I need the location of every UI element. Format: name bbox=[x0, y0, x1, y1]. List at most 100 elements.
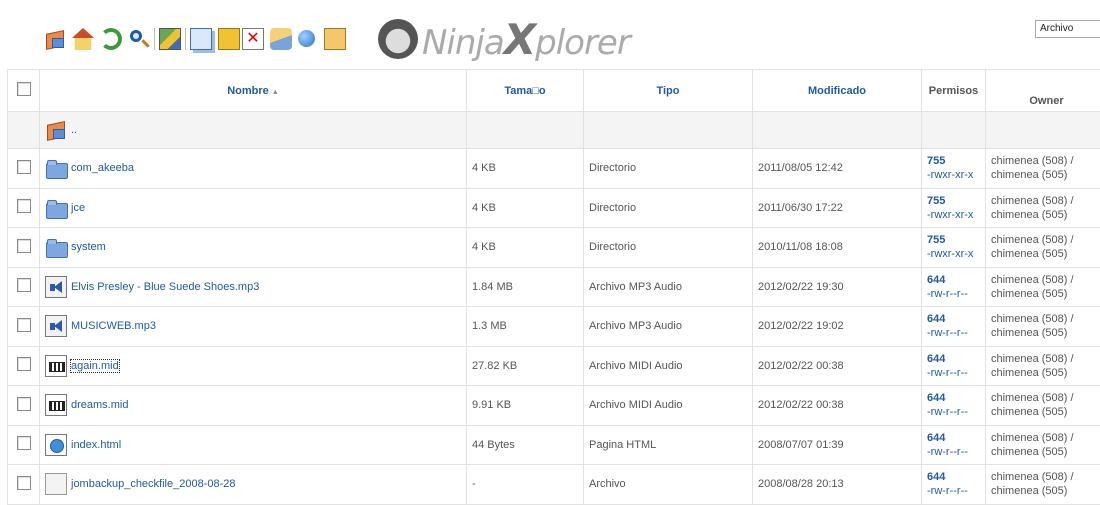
perm-string-link[interactable]: -rw-r--r-- bbox=[927, 485, 968, 497]
header-tipo[interactable]: Tipo bbox=[584, 70, 753, 112]
row-checkbox[interactable] bbox=[17, 160, 31, 174]
row-select-cell bbox=[8, 425, 40, 465]
toolbar-separator bbox=[154, 28, 155, 50]
row-select-cell bbox=[8, 465, 40, 505]
file-name-link[interactable]: Elvis Presley - Blue Suede Shoes.mp3 bbox=[71, 281, 259, 293]
go-up-icon[interactable] bbox=[44, 28, 66, 50]
home-icon[interactable] bbox=[72, 28, 94, 50]
move-icon[interactable] bbox=[218, 28, 240, 50]
name-cell: dreams.mid bbox=[40, 386, 467, 426]
html-file-icon bbox=[45, 434, 67, 456]
permissions-cell: 644 -rw-r--r-- bbox=[922, 346, 986, 386]
owner-user: chimenea (508) / bbox=[991, 353, 1074, 365]
perm-octal-link[interactable]: 644 bbox=[927, 353, 945, 365]
table-row[interactable]: dreams.mid9.91 KBArchivo MIDI Audio2012/… bbox=[8, 386, 1100, 426]
file-name-link[interactable]: again.mid bbox=[71, 360, 119, 372]
size-cell: 44 Bytes bbox=[467, 425, 584, 465]
size-cell: 9.91 KB bbox=[467, 386, 584, 426]
table-row[interactable]: MUSICWEB.mp31.3 MBArchivo MP3 Audio2012/… bbox=[8, 307, 1100, 347]
file-name-link[interactable]: system bbox=[71, 241, 106, 253]
delete-icon[interactable]: ✕ bbox=[242, 28, 264, 50]
table-row[interactable]: Elvis Presley - Blue Suede Shoes.mp31.84… bbox=[8, 267, 1100, 307]
row-checkbox[interactable] bbox=[17, 436, 31, 450]
perm-octal-link[interactable]: 755 bbox=[927, 234, 945, 246]
select-all-checkbox[interactable] bbox=[17, 82, 31, 96]
table-header-row: Nombre ▲ Tama□o Tipo Modificado Permisos… bbox=[8, 70, 1100, 112]
table-row[interactable]: jombackup_checkfile_2008-08-28-Archivo20… bbox=[8, 465, 1100, 505]
archive-icon[interactable] bbox=[159, 28, 181, 50]
perm-octal-link[interactable]: 644 bbox=[927, 471, 945, 483]
file-name-link[interactable]: index.html bbox=[71, 439, 121, 451]
size-cell: 1.3 MB bbox=[467, 307, 584, 347]
perm-octal-link[interactable]: 755 bbox=[927, 155, 945, 167]
modified-cell: 2008/08/28 20:13 bbox=[753, 465, 922, 505]
modified-cell: 2008/07/07 01:39 bbox=[753, 425, 922, 465]
perm-string-link[interactable]: -rw-r--r-- bbox=[927, 288, 968, 300]
perm-octal-link[interactable]: 644 bbox=[927, 274, 945, 286]
parent-dir-link[interactable]: .. bbox=[71, 124, 77, 136]
perm-string-link[interactable]: -rwxr-xr-x bbox=[927, 209, 973, 221]
row-checkbox[interactable] bbox=[17, 397, 31, 411]
search-icon[interactable] bbox=[128, 28, 150, 50]
table-row[interactable]: system4 KBDirectorio2010/11/08 18:08755-… bbox=[8, 228, 1100, 268]
file-table: Nombre ▲ Tama□o Tipo Modificado Permisos… bbox=[7, 69, 1100, 505]
type-cell: Archivo MIDI Audio bbox=[584, 386, 753, 426]
perm-string-link[interactable]: -rwxr-xr-x bbox=[927, 169, 973, 181]
row-checkbox[interactable] bbox=[17, 318, 31, 332]
modified-cell: 2012/02/22 19:30 bbox=[753, 267, 922, 307]
perm-string-link[interactable]: -rw-r--r-- bbox=[927, 446, 968, 458]
file-name-link[interactable]: jombackup_checkfile_2008-08-28 bbox=[71, 478, 236, 490]
permissions-cell: 644 -rw-r--r-- bbox=[922, 267, 986, 307]
size-cell: 4 KB bbox=[467, 149, 584, 189]
row-checkbox[interactable] bbox=[17, 278, 31, 292]
table-row[interactable]: again.mid27.82 KBArchivo MIDI Audio2012/… bbox=[8, 346, 1100, 386]
row-select-cell bbox=[8, 267, 40, 307]
permissions-cell: 644 -rw-r--r-- bbox=[922, 307, 986, 347]
toolbar-icons: ✕ bbox=[44, 28, 348, 50]
table-row[interactable]: com_akeeba4 KBDirectorio2011/08/05 12:42… bbox=[8, 149, 1100, 189]
row-checkbox[interactable] bbox=[17, 199, 31, 213]
perm-string-link[interactable]: -rw-r--r-- bbox=[927, 327, 968, 339]
audio-icon bbox=[45, 276, 67, 298]
name-cell: again.mid bbox=[40, 346, 467, 386]
owner-cell: chimenea (508) /chimenea (505) bbox=[986, 307, 1100, 347]
table-row[interactable]: jce4 KBDirectorio2011/06/30 17:22755-rwx… bbox=[8, 188, 1100, 228]
file-name-link[interactable]: com_akeeba bbox=[71, 162, 134, 174]
owner-user: chimenea (508) / bbox=[991, 432, 1074, 444]
row-checkbox[interactable] bbox=[17, 357, 31, 371]
upload-icon[interactable] bbox=[324, 28, 346, 50]
modified-cell: 2011/08/05 12:42 bbox=[753, 149, 922, 189]
size-cell: 4 KB bbox=[467, 228, 584, 268]
file-name-link[interactable]: MUSICWEB.mp3 bbox=[71, 320, 156, 332]
file-name-link[interactable]: jce bbox=[71, 202, 85, 214]
perm-octal-link[interactable]: 644 bbox=[927, 432, 945, 444]
owner-cell: chimenea (508) /chimenea (505) bbox=[986, 188, 1100, 228]
name-cell: jce bbox=[40, 188, 467, 228]
table-row[interactable]: index.html 44 BytesPagina HTML2008/07/07 … bbox=[8, 425, 1100, 465]
perm-octal-link[interactable]: 755 bbox=[927, 195, 945, 207]
file-name-link[interactable]: dreams.mid bbox=[71, 399, 128, 411]
row-checkbox[interactable] bbox=[17, 239, 31, 253]
header-modificado[interactable]: Modificado bbox=[753, 70, 922, 112]
header-tamano[interactable]: Tama□o bbox=[467, 70, 584, 112]
perm-string-link[interactable]: -rw-r--r-- bbox=[927, 367, 968, 379]
type-cell: Pagina HTML bbox=[584, 425, 753, 465]
action-select[interactable]: Archivo bbox=[1035, 20, 1100, 38]
name-cell: system bbox=[40, 228, 467, 268]
rename-icon[interactable] bbox=[270, 28, 292, 50]
perm-string-link[interactable]: -rwxr-xr-x bbox=[927, 248, 973, 260]
row-select-cell bbox=[8, 307, 40, 347]
parent-dir-row[interactable]: .. bbox=[8, 112, 1100, 149]
perm-octal-link[interactable]: 644 bbox=[927, 313, 945, 325]
copy-icon[interactable] bbox=[190, 28, 212, 50]
row-checkbox[interactable] bbox=[17, 476, 31, 490]
perm-octal-link[interactable]: 644 bbox=[927, 392, 945, 404]
header-nombre[interactable]: Nombre ▲ bbox=[40, 70, 467, 112]
web-icon[interactable] bbox=[296, 28, 318, 50]
refresh-icon[interactable] bbox=[100, 28, 122, 50]
parent-dir-cell[interactable]: .. bbox=[40, 112, 467, 149]
perm-string-link[interactable]: -rw-r--r-- bbox=[927, 406, 968, 418]
owner-cell: chimenea (508) /chimenea (505) bbox=[986, 267, 1100, 307]
modified-cell: 2012/02/22 00:38 bbox=[753, 346, 922, 386]
ninja-face-icon bbox=[378, 19, 418, 59]
